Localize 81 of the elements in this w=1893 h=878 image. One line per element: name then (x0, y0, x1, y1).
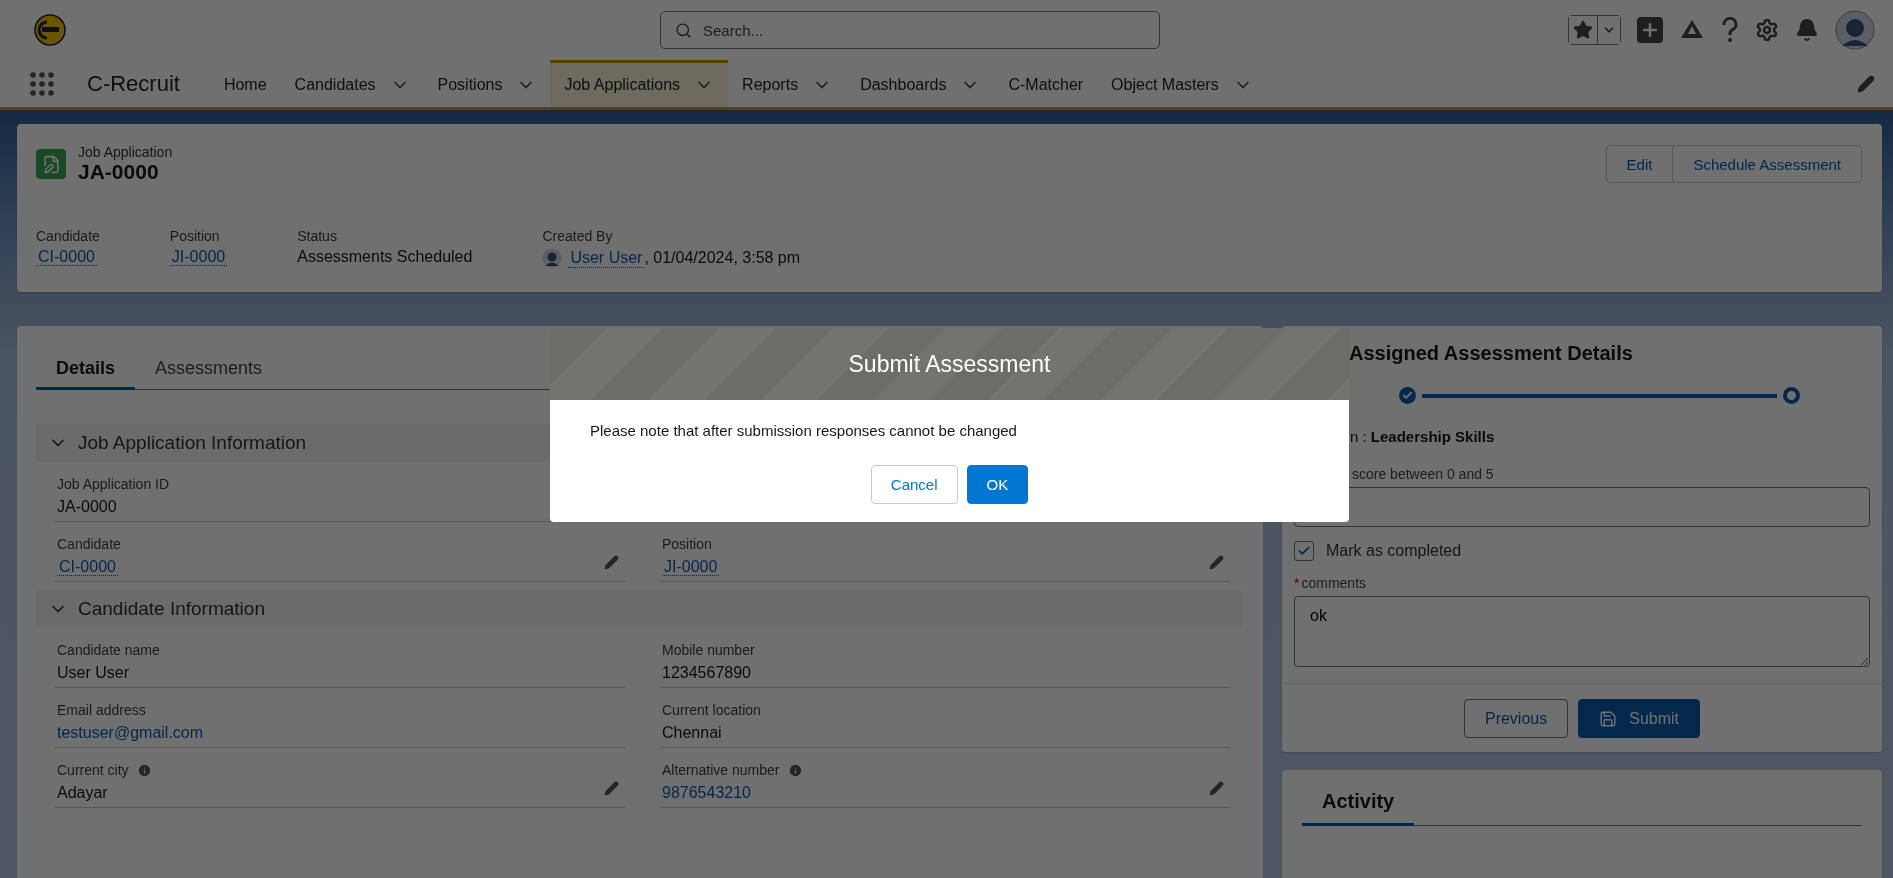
field-label: Status (297, 228, 338, 244)
modal-title: Submit Assessment (848, 350, 1051, 378)
check-icon (1297, 544, 1311, 558)
field-label: Alternative number (662, 762, 780, 778)
help-icon[interactable] (1721, 17, 1739, 43)
card-title: Assigned Assessment Details (1349, 342, 1633, 364)
created-date: , 01/04/2024, 3:58 pm (644, 249, 801, 267)
field-label: Email address (57, 702, 146, 718)
comments-field[interactable]: ok (1294, 596, 1870, 667)
plus-icon (1640, 20, 1660, 40)
field-value: Chennai (662, 724, 722, 741)
field-label: Mobile number (662, 642, 755, 658)
question-text: n : Leadership Skills (1350, 428, 1495, 445)
field-label: Current location (662, 702, 761, 718)
notifications-icon[interactable] (1795, 18, 1819, 42)
modal-message: Please note that after submission responses cannot be changed (590, 422, 1018, 439)
tab[interactable]: Details (36, 346, 136, 390)
user-avatar (542, 248, 563, 268)
record-type: Job Application (78, 144, 173, 160)
tab[interactable]: Activity (1302, 790, 1415, 826)
field-value: Adayar (57, 784, 108, 801)
previous-button[interactable]: Previous (1463, 699, 1569, 738)
cancel-button[interactable]: Cancel (870, 465, 958, 504)
field-value: Assessments Scheduled (297, 248, 473, 265)
edit-nav-icon[interactable] (1857, 74, 1875, 93)
app-launcher-icon[interactable] (30, 71, 54, 96)
field-link[interactable]: testuser@gmail.com (57, 724, 204, 741)
field-value: JA-0000 (57, 498, 117, 515)
field-label: Candidate (36, 228, 100, 244)
checkbox-label: Mark as completed (1326, 542, 1462, 560)
submit-button[interactable]: Submit (1578, 699, 1700, 738)
record-link[interactable]: CI-0000 (36, 248, 97, 266)
record-link[interactable]: CI-0000 (57, 558, 118, 576)
tab[interactable]: Assessments (135, 346, 283, 390)
nav-tab[interactable]: C-Matcher (994, 60, 1098, 107)
progress-step[interactable] (1399, 387, 1416, 404)
field-label: Job Application ID (57, 476, 170, 492)
field-label: Candidate name (57, 642, 160, 658)
nav-tab[interactable]: Object Masters (1097, 60, 1267, 107)
field-label: Position (662, 536, 712, 552)
app-name: C-Recruit (87, 70, 180, 97)
nav-tab[interactable]: Job Applications (550, 60, 729, 107)
add-button[interactable] (1637, 17, 1663, 43)
field-link[interactable]: 9876543210 (662, 784, 751, 801)
info-icon[interactable] (787, 762, 803, 778)
section-title: Candidate Information (78, 598, 265, 620)
field-label: Current city (57, 762, 129, 778)
record-type-icon (36, 149, 66, 179)
favorites-menu-button[interactable] (1597, 16, 1620, 44)
score-field[interactable] (1294, 487, 1870, 527)
user-link[interactable]: User User (568, 248, 645, 268)
field-value: User User (57, 664, 129, 681)
search-field[interactable]: Search... (660, 11, 1160, 49)
field-label: Created By (542, 228, 614, 244)
action-button[interactable]: Schedule Assessment (1673, 145, 1862, 183)
action-button[interactable]: Edit (1605, 145, 1674, 183)
nav-tab[interactable]: Dashboards (846, 60, 995, 107)
check-icon (1402, 390, 1413, 401)
record-link[interactable]: JI-0000 (662, 558, 720, 576)
nav-tab[interactable]: Home (209, 60, 281, 107)
section-title: Job Application Information (78, 432, 307, 454)
user-avatar[interactable] (1835, 10, 1875, 50)
field-label: Candidate (57, 536, 121, 552)
section-header[interactable]: Candidate Information (36, 590, 1243, 628)
record-name: JA-0000 (78, 160, 160, 184)
required-mark: * (1294, 575, 1300, 591)
ok-button[interactable]: OK (966, 465, 1029, 504)
logo-icon[interactable] (34, 14, 66, 46)
nav-tab[interactable]: Candidates (280, 60, 424, 107)
field-value: 1234567890 (662, 664, 751, 681)
record-link[interactable]: JI-0000 (169, 248, 228, 266)
field-label: Position (169, 228, 221, 244)
settings-icon[interactable] (1755, 18, 1779, 42)
field-label: score between 0 and 5 (1352, 466, 1494, 482)
nav-tab[interactable]: Reports (728, 60, 847, 107)
nav-tab[interactable]: Positions (423, 60, 551, 107)
info-icon[interactable] (136, 762, 152, 778)
field-label: comments (1301, 575, 1367, 591)
checkbox[interactable] (1294, 541, 1314, 561)
save-icon (1599, 709, 1618, 728)
progress-step[interactable] (1783, 387, 1800, 404)
